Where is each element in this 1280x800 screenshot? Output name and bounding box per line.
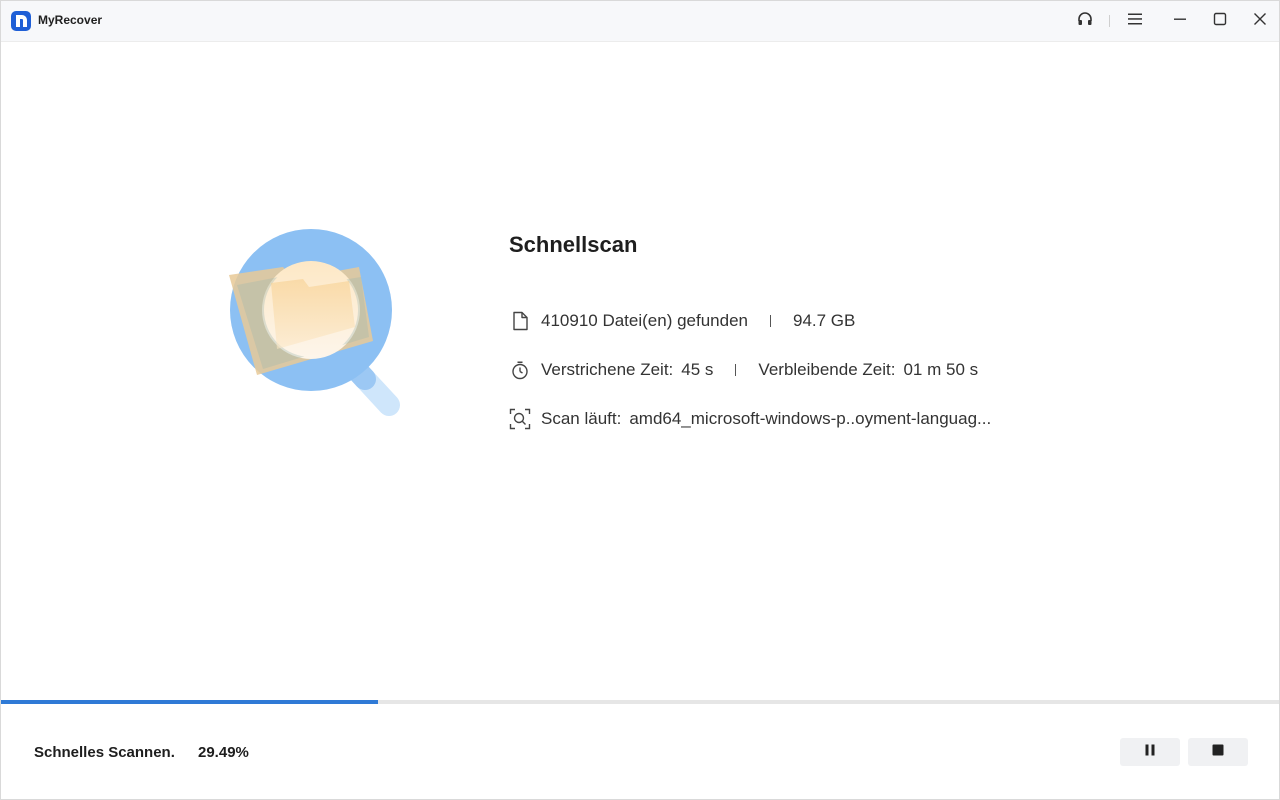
files-found-text: 410910 Datei(en) gefunden	[541, 311, 748, 330]
file-icon	[509, 310, 531, 332]
app-logo	[11, 11, 31, 31]
scan-illustration	[223, 223, 413, 423]
app-window: MyRecover Schnellscan 410910 Datei(en) g…	[0, 0, 1280, 800]
close-button[interactable]	[1247, 9, 1273, 33]
scan-title: Schnellscan	[509, 232, 638, 257]
stop-button[interactable]	[1188, 738, 1248, 766]
magnifier-folder-icon	[229, 229, 400, 416]
status-percent: 29.49%	[198, 744, 249, 761]
current-scan-row: Scan läuft: amd64_microsoft-windows-p..o…	[509, 407, 991, 431]
scanned-size: 94.7 GB	[793, 311, 856, 330]
elapsed-label: Verstrichene Zeit:	[541, 360, 674, 379]
elapsed-value: 45 s	[681, 360, 714, 379]
menu-icon	[1127, 12, 1143, 31]
stopwatch-icon	[509, 359, 531, 381]
minimize-button[interactable]	[1167, 9, 1193, 33]
titlebar-separator	[1109, 15, 1110, 27]
stop-icon	[1211, 743, 1225, 762]
maximize-icon	[1213, 12, 1227, 31]
scan-progress-bar	[1, 700, 1279, 704]
app-title: MyRecover	[38, 13, 103, 27]
close-icon	[1253, 12, 1267, 31]
maximize-button[interactable]	[1207, 9, 1233, 33]
remaining-value: 01 m 50 s	[903, 360, 979, 379]
minimize-icon	[1173, 12, 1187, 31]
scan-search-icon	[509, 408, 531, 430]
files-found-row: 410910 Datei(en) gefunden 94.7 GB	[509, 309, 855, 333]
title-bar: MyRecover	[1, 1, 1279, 42]
menu-button[interactable]	[1122, 9, 1148, 33]
remaining-label: Verbleibende Zeit:	[758, 360, 896, 379]
current-scan-path: amd64_microsoft-windows-p..oyment-langua…	[629, 409, 992, 428]
scan-progress-fill	[1, 700, 378, 704]
headset-icon	[1076, 10, 1094, 33]
row-divider	[735, 364, 737, 376]
time-row: Verstrichene Zeit: 45 s Verbleibende Zei…	[509, 358, 978, 382]
status-label: Schnelles Scannen.	[34, 744, 175, 761]
row-divider	[770, 315, 771, 327]
support-button[interactable]	[1072, 9, 1098, 33]
pause-icon	[1143, 743, 1157, 762]
pause-button[interactable]	[1120, 738, 1180, 766]
current-scan-label: Scan läuft:	[541, 409, 622, 428]
